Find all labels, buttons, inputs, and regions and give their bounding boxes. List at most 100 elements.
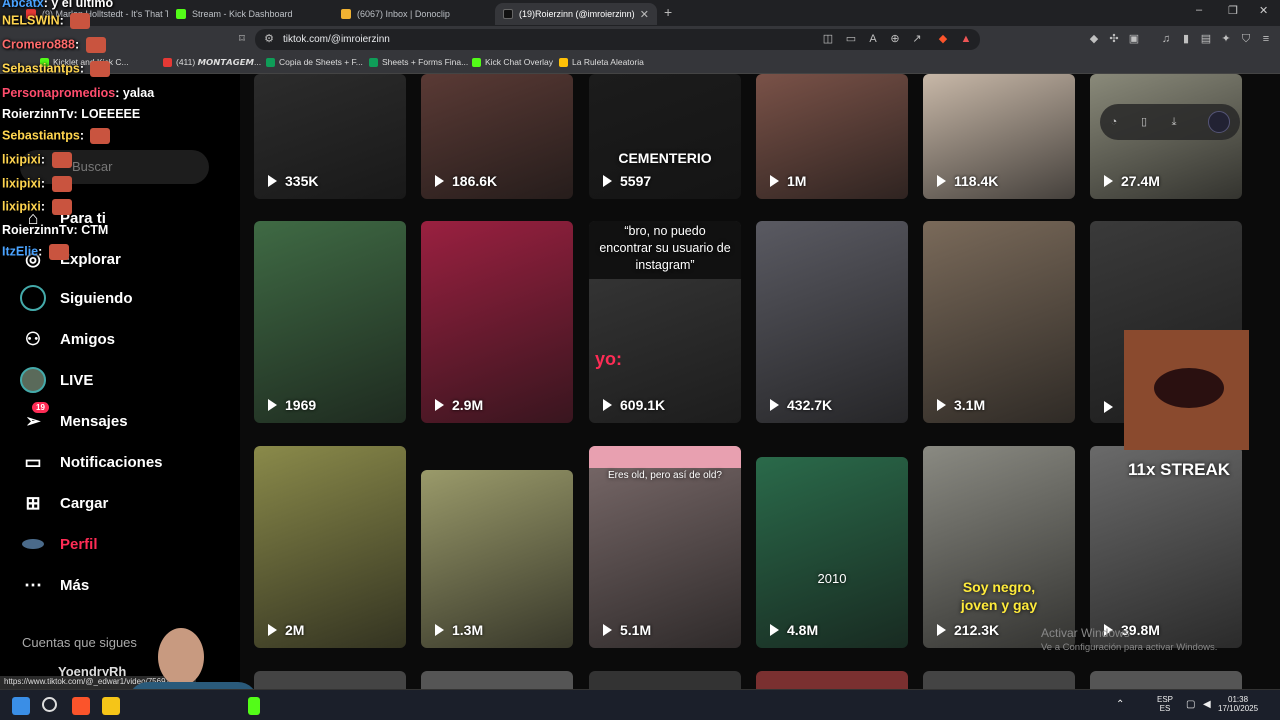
folder-icon[interactable]: [102, 697, 120, 715]
view-count: 2M: [268, 622, 304, 638]
vpn-icon[interactable]: ⛉: [1240, 33, 1252, 45]
video-card[interactable]: 1M: [756, 74, 908, 199]
play-icon: [268, 624, 277, 636]
chevron-up-icon[interactable]: ⌃: [1116, 699, 1124, 710]
video-card[interactable]: 186.6K: [421, 74, 573, 199]
extension-icon[interactable]: ◆: [1088, 33, 1100, 45]
new-tab-icon[interactable]: +: [664, 4, 672, 20]
download-icon[interactable]: ⤓: [1168, 116, 1180, 128]
ai-icon[interactable]: ✦: [1220, 33, 1232, 45]
menu-icon[interactable]: ≡: [1260, 33, 1272, 45]
video-card[interactable]: 2M: [254, 446, 406, 648]
brave-rewards-icon[interactable]: ▲: [960, 33, 972, 45]
browser-tab-active[interactable]: (19)Roierzinn (@imroierzinn) | Ti ✕: [495, 3, 657, 25]
volume-icon[interactable]: ◀: [1203, 699, 1211, 710]
tab-icon[interactable]: ▣: [1128, 33, 1140, 45]
view-count: 432.7K: [770, 397, 832, 413]
tiktok-icon: [503, 9, 513, 19]
chat-username: RoierzinnTv: [2, 107, 74, 121]
chat-username: ItzElie: [2, 244, 39, 259]
translate-icon[interactable]: A: [867, 33, 879, 45]
bookmark-item[interactable]: (411) 𝙈𝙊𝙉𝙏𝘼𝙂𝙀𝙈...: [163, 57, 261, 68]
more-icon: ⋯: [24, 574, 42, 595]
date-text: 17/10/2025: [1218, 704, 1259, 713]
music-icon[interactable]: ♫: [1160, 33, 1172, 45]
browser-tab-3[interactable]: (6067) Inbox | Donoclip: [333, 3, 493, 25]
app-icon[interactable]: [248, 697, 260, 715]
chat-message: Sebastiantps:: [2, 128, 111, 144]
nav-mas[interactable]: ⋯ Más: [20, 572, 89, 598]
brave-shield-icon[interactable]: ◆: [937, 33, 949, 45]
nav-notificaciones[interactable]: ▭ Notificaciones: [20, 449, 162, 475]
start-icon[interactable]: [12, 697, 30, 715]
video-card[interactable]: Eres old, pero así de old? 5.1M: [589, 446, 741, 648]
emote-icon: [48, 244, 69, 260]
video-card[interactable]: “bro, no puedo encontrar su usuario de i…: [589, 221, 741, 423]
play-icon: [770, 175, 779, 187]
language-indicator[interactable]: ESP ES: [1157, 695, 1173, 713]
video-card[interactable]: 335K: [254, 74, 406, 199]
sidebar-icon[interactable]: ▮: [1180, 33, 1192, 45]
video-card[interactable]: [254, 671, 406, 689]
video-card[interactable]: 2.9M: [421, 221, 573, 423]
bookmark-item[interactable]: La Ruleta Aleatoria: [559, 57, 644, 67]
chat-username: Sebastiantps: [2, 128, 80, 143]
maximize-icon[interactable]: ❐: [1228, 4, 1238, 17]
nav-label: Mensajes: [60, 412, 128, 430]
video-card[interactable]: CEMENTERIO 5597: [589, 74, 741, 199]
video-card[interactable]: 3.1M: [923, 221, 1075, 423]
video-card[interactable]: [923, 671, 1075, 689]
view-count: 2.9M: [435, 397, 483, 413]
site-info-icon[interactable]: ⚙: [263, 33, 275, 45]
close-window-icon[interactable]: ✕: [1259, 4, 1268, 17]
nav-mensajes[interactable]: ➢ 19 Mensajes: [20, 402, 128, 434]
screen-icon[interactable]: ▭: [845, 33, 857, 45]
puzzle-icon[interactable]: ✣: [1108, 33, 1120, 45]
nav-cargar[interactable]: ⊞ Cargar: [20, 490, 108, 516]
close-tab-icon[interactable]: ✕: [640, 8, 649, 21]
bookmark-item[interactable]: Sheets + Forms Fina...: [369, 57, 468, 67]
network-icon[interactable]: ▢: [1186, 699, 1195, 710]
video-card[interactable]: [421, 671, 573, 689]
chat-username: lixipixi: [2, 176, 41, 191]
zoom-icon[interactable]: ⊕: [889, 33, 901, 45]
video-card[interactable]: 118.4K: [923, 74, 1075, 199]
minimize-icon[interactable]: –: [1196, 4, 1202, 16]
video-card[interactable]: 1.3M: [421, 470, 573, 648]
views-text: 3.1M: [954, 397, 986, 413]
tiktok-page: Buscar ⌂ Para ti ◎ Explorar Siguiendo ⚇ Ami…: [0, 74, 1280, 689]
nav-amigos[interactable]: ⚇ Amigos: [20, 326, 115, 352]
views-text: 2M: [285, 622, 305, 638]
bookmark-icon[interactable]: ⌑: [236, 33, 248, 45]
media-icon[interactable]: ◫: [822, 33, 834, 45]
nav-siguiendo[interactable]: Siguiendo: [20, 285, 133, 311]
share-icon[interactable]: ↗: [911, 33, 923, 45]
windows-activation: Activar Windows Ve a Configuración para …: [1041, 626, 1217, 653]
clock[interactable]: 01:38 17/10/2025: [1218, 695, 1258, 713]
view-count: 118.4K: [937, 173, 998, 189]
avatar[interactable]: [1208, 111, 1230, 133]
browser-tab-2[interactable]: Stream - Kick Dashboard: [168, 3, 333, 25]
video-card[interactable]: [589, 671, 741, 689]
video-card[interactable]: 1969: [254, 221, 406, 423]
brave-icon[interactable]: [72, 697, 90, 715]
nav-live[interactable]: LIVE: [20, 367, 93, 393]
wallet-icon[interactable]: ▤: [1200, 33, 1212, 45]
views-text: 1969: [285, 397, 317, 413]
lang-text: ESP: [1157, 695, 1174, 704]
video-card[interactable]: Soy negro, joven y gay 212.3K: [923, 446, 1075, 648]
video-card[interactable]: 432.7K: [756, 221, 908, 423]
phone-icon[interactable]: ▯: [1138, 116, 1150, 128]
bookmarks-bar: Kicklet and Kick C... (411) 𝙈𝙊𝙉𝙏𝘼𝙂𝙀𝙈... …: [0, 52, 1280, 74]
chat-message: NELSWIN:: [2, 13, 91, 29]
video-card[interactable]: [756, 671, 908, 689]
bookmark-item[interactable]: Copia de Sheets + F...: [266, 57, 363, 67]
speed-icon[interactable]: ◔: [1108, 116, 1120, 128]
nav-perfil[interactable]: Perfil: [20, 531, 98, 557]
notifications-icon: ▭: [24, 451, 42, 472]
search-icon[interactable]: [42, 697, 57, 712]
video-card[interactable]: [1090, 671, 1242, 689]
bookmark-item[interactable]: Kick Chat Overlay: [472, 57, 553, 67]
video-card[interactable]: 2010 4.8M: [756, 457, 908, 648]
emote-icon: [85, 37, 106, 53]
